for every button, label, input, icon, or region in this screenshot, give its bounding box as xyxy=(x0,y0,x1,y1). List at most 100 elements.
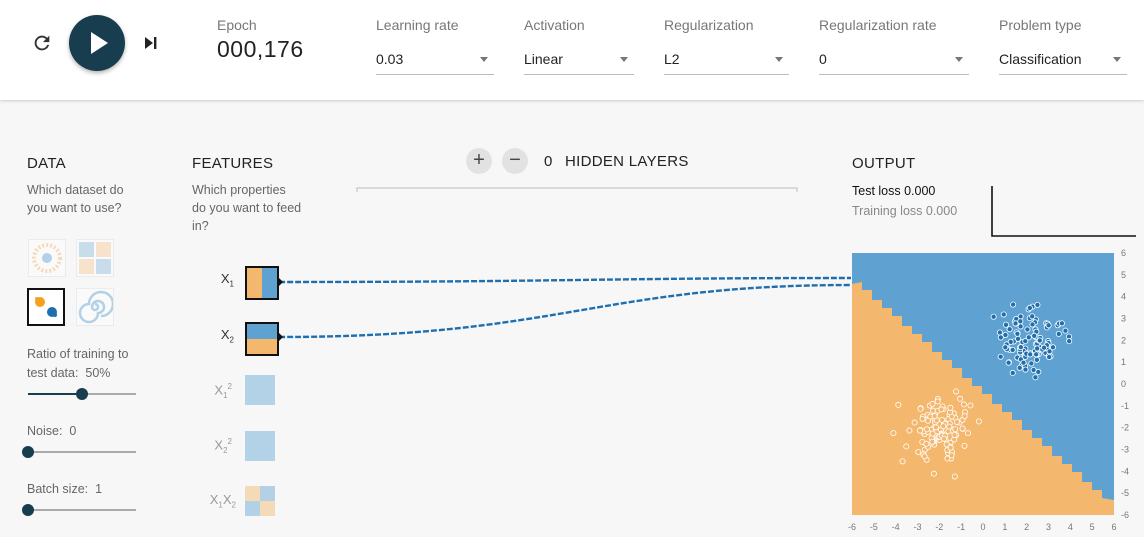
x-tick-label: 3 xyxy=(1046,522,1051,532)
data-point xyxy=(938,406,945,413)
data-point xyxy=(1055,330,1062,337)
data-point xyxy=(941,435,948,442)
data-point xyxy=(1020,359,1027,366)
data-point xyxy=(953,388,960,395)
data-point xyxy=(940,423,947,430)
x-tick-label: 0 xyxy=(980,522,985,532)
data-point xyxy=(1010,301,1017,308)
data-point xyxy=(1017,323,1024,330)
data-point xyxy=(934,398,941,405)
y-axis: 6 5 4 3 2 1 0 -1 -2 -3 -4 -5 -6 xyxy=(1121,248,1129,520)
data-point xyxy=(1031,332,1038,339)
data-point xyxy=(1009,347,1016,354)
data-point xyxy=(957,395,964,402)
data-point xyxy=(1028,360,1035,367)
data-point xyxy=(923,426,930,433)
data-point xyxy=(1014,330,1021,337)
data-point xyxy=(1016,364,1023,371)
data-point xyxy=(921,453,928,460)
y-tick-label: -2 xyxy=(1121,423,1129,433)
data-point xyxy=(903,443,910,450)
y-tick-label: -1 xyxy=(1121,401,1129,411)
data-point xyxy=(1062,327,1069,334)
data-point xyxy=(1024,326,1031,333)
x-tick-label: -2 xyxy=(935,522,943,532)
data-point xyxy=(961,442,968,449)
data-point xyxy=(1033,356,1040,363)
test-loss: Test loss 0.000 xyxy=(852,184,936,198)
data-point xyxy=(1027,351,1034,358)
link-x2-output xyxy=(278,283,852,339)
data-point xyxy=(1032,374,1039,381)
data-point xyxy=(930,470,937,477)
data-point xyxy=(1022,366,1029,373)
data-point xyxy=(899,458,906,465)
data-point xyxy=(990,313,997,320)
y-tick-label: -6 xyxy=(1121,510,1129,520)
x-tick-label: -4 xyxy=(892,522,900,532)
data-point xyxy=(947,444,954,451)
data-point xyxy=(1034,345,1041,352)
data-point xyxy=(1035,368,1042,375)
data-point xyxy=(923,440,930,447)
data-point xyxy=(960,401,967,408)
data-point xyxy=(911,419,918,426)
data-point xyxy=(929,430,936,437)
y-tick-label: -3 xyxy=(1121,445,1129,455)
data-point xyxy=(1022,338,1029,345)
data-point xyxy=(1046,348,1053,355)
arrow-x2 xyxy=(279,333,283,341)
data-point xyxy=(975,418,982,425)
y-tick-label: 2 xyxy=(1121,335,1126,345)
data-point xyxy=(917,405,924,412)
data-point xyxy=(967,402,974,409)
x-tick-label: -5 xyxy=(870,522,878,532)
x-tick-label: -6 xyxy=(848,522,856,532)
x-tick-label: 1 xyxy=(1002,522,1007,532)
data-point xyxy=(1045,322,1052,329)
data-point xyxy=(906,427,913,434)
y-tick-label: 3 xyxy=(1121,314,1126,324)
data-point xyxy=(1034,301,1041,308)
data-point xyxy=(948,452,955,459)
data-point xyxy=(895,401,902,408)
y-tick-label: 0 xyxy=(1121,379,1126,389)
x-tick-label: 4 xyxy=(1068,522,1073,532)
data-point xyxy=(964,430,971,437)
loss-curve xyxy=(991,186,1136,237)
data-point xyxy=(996,329,1003,336)
data-point xyxy=(1046,354,1053,361)
data-point xyxy=(1041,344,1048,351)
data-point xyxy=(916,427,923,434)
y-tick-label: 6 xyxy=(1121,248,1126,258)
data-point xyxy=(1012,320,1019,327)
data-point xyxy=(951,473,958,480)
y-tick-label: 4 xyxy=(1121,292,1126,302)
output-heatmap: -6 -5 -4 -3 -2 -1 0 1 2 3 4 5 6 6 5 4 3 2 1 0 -1 -2 -3 -4 -5 -6 xyxy=(848,248,1129,532)
data-point xyxy=(946,423,953,430)
data-point xyxy=(929,400,936,407)
data-point xyxy=(1006,326,1013,333)
y-tick-label: 1 xyxy=(1121,357,1126,367)
training-loss: Training loss 0.000 xyxy=(852,204,958,218)
data-point xyxy=(1058,320,1065,327)
data-point xyxy=(997,353,1004,360)
x-tick-label: -3 xyxy=(913,522,921,532)
y-tick-label: -4 xyxy=(1121,466,1129,476)
link-x1-output xyxy=(278,276,852,284)
x-tick-label: 6 xyxy=(1111,522,1116,532)
data-point xyxy=(1009,369,1016,376)
data-point xyxy=(931,413,938,420)
data-point xyxy=(947,404,954,411)
data-point xyxy=(997,334,1004,341)
x-tick-label: 5 xyxy=(1090,522,1095,532)
data-point xyxy=(961,413,968,420)
x-axis: -6 -5 -4 -3 -2 -1 0 1 2 3 4 5 6 xyxy=(848,522,1117,532)
data-point xyxy=(932,424,939,431)
data-point xyxy=(890,430,897,437)
data-point xyxy=(1036,337,1043,344)
y-tick-label: -5 xyxy=(1121,488,1129,498)
data-point xyxy=(951,431,958,438)
data-point xyxy=(1005,359,1012,366)
data-point xyxy=(1026,304,1033,311)
